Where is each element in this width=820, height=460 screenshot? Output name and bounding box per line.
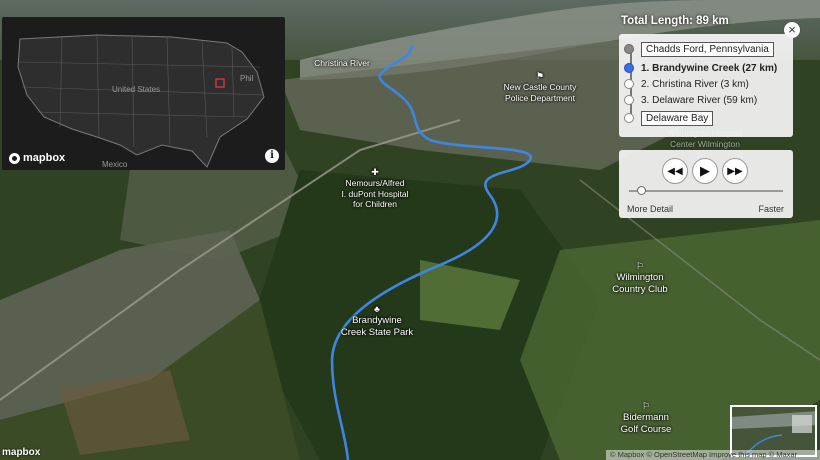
fast-forward-button[interactable]: ▶▶ (722, 158, 748, 184)
map-place-label-text: New Castle County Police Department (503, 82, 577, 103)
map-place-label[interactable]: ✚ Nemours/Alfred I. duPont Hospital for C… (341, 168, 408, 210)
info-icon[interactable]: i (265, 149, 279, 163)
origin-label: Chadds Ford, Pennsylvania (641, 41, 774, 57)
inset-country-label: United States (112, 85, 161, 94)
map-place-label[interactable]: ♣ Brandywine Creek State Park (341, 305, 413, 339)
inset-mexico-label: Mexico (102, 160, 128, 169)
route-destination[interactable]: Delaware Bay (624, 110, 714, 126)
destination-label: Delaware Bay (641, 110, 714, 126)
route-origin[interactable]: Chadds Ford, Pennsylvania (624, 41, 774, 57)
destination-marker-icon (624, 113, 634, 123)
segment-marker-icon (624, 95, 634, 105)
more-detail-label: More Detail (627, 204, 674, 214)
golf-icon: ⚐ (641, 401, 651, 411)
segment-label: 1. Brandywine Creek (27 km) (641, 62, 778, 74)
mapbox-logo[interactable]: mapbox (9, 152, 65, 164)
play-button[interactable]: ▶ (692, 158, 718, 184)
playback-panel: ◀◀ ▶ ▶▶ More Detail Faster (619, 150, 793, 218)
speed-slider-thumb[interactable] (637, 186, 647, 195)
map-place-label[interactable]: ⚐ Wilmington Country Club (612, 262, 667, 296)
segment-label: 3. Delaware River (59 km) (641, 94, 758, 106)
speed-slider[interactable] (629, 190, 783, 192)
mapbox-logo-text: mapbox (23, 152, 66, 164)
hospital-icon: ✚ (371, 167, 379, 177)
map-place-label[interactable]: ⚑ New Castle County Police Department (504, 72, 577, 103)
fast-forward-icon: ▶▶ (727, 165, 743, 177)
map-place-label-text: Wilmington Country Club (612, 272, 668, 295)
map-place-label[interactable]: ⚐ Bidermann Golf Course (621, 402, 672, 436)
inset-city-label: Phil (240, 74, 254, 83)
rewind-button[interactable]: ◀◀ (662, 158, 688, 184)
route-segment-1[interactable]: 1. Brandywine Creek (27 km) (624, 60, 777, 76)
rewind-icon: ◀◀ (667, 165, 683, 177)
play-icon: ▶ (700, 163, 710, 178)
mapbox-logo-bottom[interactable]: mapbox (2, 447, 40, 458)
map-place-label-text: Bidermann Golf Course (620, 412, 672, 435)
map-place-label-text: Christina River (314, 58, 370, 68)
golf-icon: ⚐ (635, 261, 645, 271)
origin-marker-icon (624, 44, 634, 54)
park-icon: ♣ (374, 304, 380, 314)
mapbox-logo-icon (9, 152, 20, 164)
total-length: Total Length: 89 km (621, 15, 729, 27)
map-place-label-text: Nemours/Alfred I. duPont Hospital for Ch… (341, 178, 409, 210)
route-segment-2[interactable]: 2. Christina River (3 km) (624, 76, 749, 92)
segment-marker-icon (624, 63, 634, 73)
segment-label: 2. Christina River (3 km) (641, 78, 749, 90)
route-segment-3[interactable]: 3. Delaware River (59 km) (624, 92, 757, 108)
route-panel: Chadds Ford, Pennsylvania 1. Brandywine … (619, 34, 793, 137)
segment-marker-icon (624, 79, 634, 89)
map-attribution[interactable]: © Mapbox © OpenStreetMap Improve this ma… (606, 450, 820, 460)
map-place-label-text: Brandywine Creek State Park (340, 315, 414, 338)
overview-inset-map[interactable]: United States Mexico Phil mapbox i (2, 17, 285, 170)
police-icon: ⚑ (535, 71, 545, 81)
faster-label: Faster (758, 204, 784, 214)
map-place-label[interactable]: Christina River (314, 58, 370, 69)
